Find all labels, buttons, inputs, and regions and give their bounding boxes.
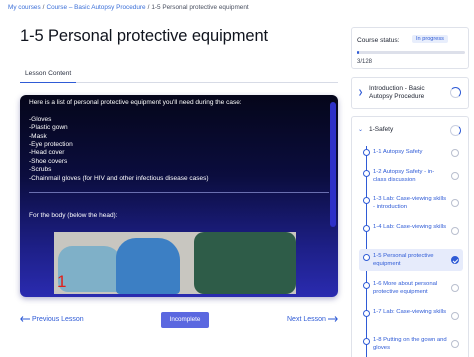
video-body-heading: For the body (below the head): [29,212,118,219]
course-status-label: Course status: [357,37,400,44]
lesson-dot-icon [363,310,370,317]
video-list-item: -Eye protection [29,141,73,149]
plastic-gown-shape [116,238,180,294]
breadcrumb-separator: / [147,4,150,11]
lesson-status-icon [451,312,459,320]
shoe-cover-shape [58,246,122,292]
lesson-status-icon [451,227,459,235]
video-divider [29,192,329,193]
lesson-label: 1-3 Lab: Case-viewing skills - introduct… [373,196,447,210]
chevron-right-icon: ❯ [358,90,364,96]
lesson-label: 1-7 Lab: Case-viewing skills [373,309,447,315]
lesson-dot-icon [363,149,370,156]
ppe-photo: 1 [54,232,296,294]
lesson-dot-icon [363,338,370,345]
video-scrollbar[interactable] [330,102,336,227]
breadcrumb: My courses / Course – Basic Autopsy Proced… [8,4,249,11]
lesson-status-icon [451,340,459,348]
breadcrumb-current: 1-5 Personal protective equipment [151,4,249,11]
lesson-label: 1-5 Personal protective equipment [373,253,434,267]
lesson-item[interactable]: 1-7 Lab: Case-viewing skills [359,306,463,327]
lesson-label: 1-2 Autopsy Safety - in-class discussion [373,169,435,183]
video-list-item: -Head cover [29,149,65,157]
photo-label: 1 [57,272,67,291]
section-header[interactable]: ⌄ 1-Safety [352,117,468,143]
lesson-item[interactable]: 1-2 Autopsy Safety - in-class discussion [359,166,463,187]
breadcrumb-link-my-courses[interactable]: My courses [8,4,41,11]
section-title: Introduction - Basic Autopsy Procedure [369,85,425,100]
chevron-down-icon: ⌄ [358,127,364,133]
lesson-item[interactable]: 1-8 Putting on the gown and gloves [359,334,463,355]
lesson-item[interactable]: 1-6 More about personal protective equip… [359,278,463,299]
previous-lesson-label: Previous Lesson [31,316,84,323]
incomplete-button[interactable]: Incomplete [161,312,209,328]
video-text: Here is a list of personal protective eq… [29,99,242,183]
lesson-status-icon [451,284,459,292]
lesson-label: 1-8 Putting on the gown and gloves [373,337,447,351]
lesson-tabs: Lesson Content [20,67,338,83]
lesson-status-icon [451,149,459,157]
video-list-item: -Mask [29,132,47,140]
lesson-dot-icon [363,170,370,177]
video-list-item: -Chainmail gloves (for HIV and other inf… [29,174,209,182]
course-progress-bar [357,51,465,54]
progress-ring-icon [450,87,461,98]
lesson-label: 1-1 Autopsy Safety [373,149,423,155]
lesson-dot-icon [363,197,370,204]
course-status-card: Course status: In progress 3/128 [351,27,469,69]
scrubs-shape [194,232,296,294]
course-progress-count: 3/128 [357,59,373,65]
lesson-item[interactable]: 1-1 Autopsy Safety [359,145,463,161]
video-list-item: -Scrubs [29,166,52,174]
lesson-status-icon [451,172,459,180]
arrow-left-icon [20,316,30,322]
lesson-dot-icon [363,254,370,261]
section-title: 1-Safety [369,126,394,133]
tab-lesson-content[interactable]: Lesson Content [20,67,77,83]
breadcrumb-separator: / [42,4,45,11]
lesson-status-icon [451,199,459,207]
lesson-label: 1-4 Lab: Case-viewing skills [373,224,447,230]
video-list-item: -Shoe covers [29,157,68,165]
lesson-video[interactable]: Here is a list of personal protective eq… [20,95,338,297]
next-lesson-label: Next Lesson [287,316,326,323]
check-icon [451,256,459,264]
lesson-dot-icon [363,282,370,289]
arrow-right-icon [327,316,338,322]
page-title: 1-5 Personal protective equipment [20,27,269,45]
status-badge: In progress [412,35,448,43]
video-list-item: -Plastic gown [29,124,68,132]
previous-lesson-link[interactable]: Previous Lesson [20,316,84,323]
lesson-item[interactable]: 1-3 Lab: Case-viewing skills - introduct… [359,193,463,214]
section-introduction[interactable]: ❯ Introduction - Basic Autopsy Procedure [351,77,469,109]
breadcrumb-link-course[interactable]: Course – Basic Autopsy Procedure [46,4,145,11]
progress-ring-icon [450,125,461,136]
video-list-item: -Gloves [29,115,52,123]
lesson-item[interactable]: 1-4 Lab: Case-viewing skills [359,221,463,242]
course-progress-fill [357,51,360,54]
lesson-dot-icon [363,225,370,232]
next-lesson-link[interactable]: Next Lesson [287,316,338,323]
lesson-label: 1-6 More about personal protective equip… [373,281,438,295]
video-intro-text: Here is a list of personal protective eq… [29,99,242,106]
lesson-item-active[interactable]: 1-5 Personal protective equipment [359,249,463,271]
